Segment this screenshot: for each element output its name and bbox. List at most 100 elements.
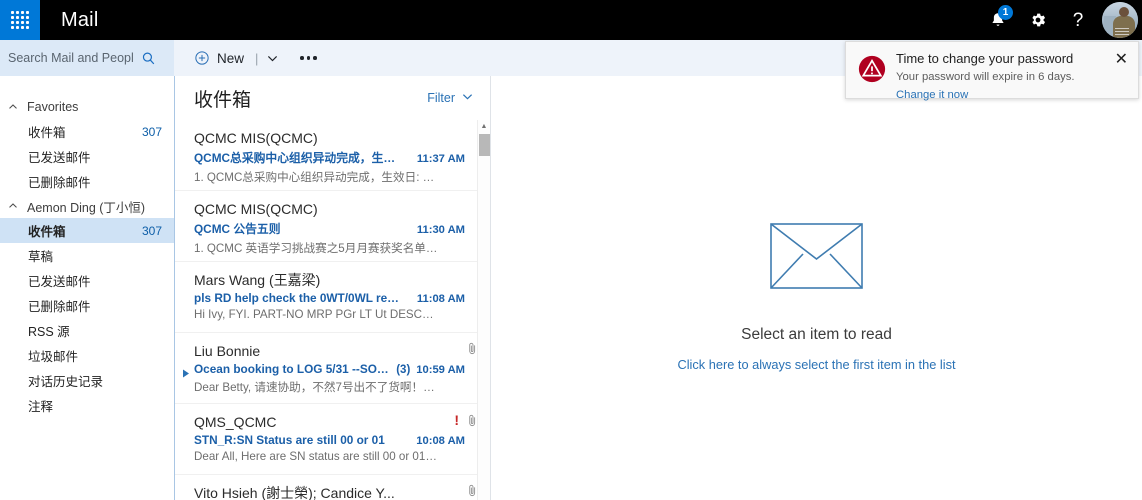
user-avatar-button[interactable] (1098, 0, 1142, 40)
sidebar-item-inbox[interactable]: 收件箱 307 (0, 218, 174, 243)
new-message-button[interactable]: New | (194, 40, 278, 76)
top-navigation-bar: Mail 1 ? (0, 0, 1142, 40)
question-mark-icon: ? (1072, 9, 1084, 31)
sidebar-item-label: 已发送邮件 (28, 275, 91, 289)
table-row[interactable]: QCMC MIS(QCMC) QCMC总采购中心组织异动完成，生效日: 2018… (175, 120, 490, 191)
message-sender: Liu Bonnie (194, 343, 261, 359)
plus-circle-icon (194, 50, 210, 66)
sidebar-item-label: 已删除邮件 (28, 300, 91, 314)
message-preview: Dear Betty, 请速协助，不然7号出不了货啊！谢谢！... (194, 381, 439, 394)
ellipsis-horizontal-icon (300, 56, 304, 60)
message-sender: QCMC MIS(QCMC) (194, 130, 318, 146)
sidebar-item-label: 对话历史记录 (28, 375, 104, 389)
chevron-down-icon[interactable] (267, 53, 278, 64)
sidebar-item-label: 垃圾邮件 (28, 350, 79, 364)
message-subject: QCMC总采购中心组织异动完成，生效日: 2018 (194, 151, 399, 165)
message-preview: 1. QCMC 英语学习挑战赛之5月月赛获奖名单 此公告... (194, 242, 439, 255)
message-subject: STN_R:SN Status are still 00 or 01 (194, 433, 385, 447)
new-separator: | (255, 50, 259, 66)
notification-title: Time to change your password (896, 51, 1074, 66)
message-sender: Mars Wang (王嘉梁) (194, 272, 321, 288)
high-importance-icon: ! (454, 412, 459, 428)
table-row[interactable]: Mars Wang (王嘉梁) pls RD help check the 0W… (175, 262, 490, 333)
sidebar-item-junk[interactable]: 垃圾邮件 (0, 343, 174, 368)
close-icon[interactable]: ✕ (1110, 51, 1128, 98)
sidebar-item-favorites-deleted[interactable]: 已删除邮件 (0, 169, 174, 194)
message-sender: QMS_QCMC (194, 414, 277, 430)
table-row[interactable]: QCMC MIS(QCMC) QCMC 公告五则 11:30 AM 1. QCM… (175, 191, 490, 262)
mail-application: Mail 1 ? Search Mail and People New | Fa… (0, 0, 1142, 500)
search-input[interactable] (0, 41, 140, 75)
message-list-pane: 收件箱 Filter QCMC MIS(QCMC) QCMC总采购中心组织异动完… (174, 76, 490, 500)
sidebar-group-favorites[interactable]: Favorites (0, 95, 174, 119)
message-time: 11:30 AM (416, 224, 465, 236)
sidebar-item-label: 注释 (28, 400, 54, 414)
scrollbar-thumb[interactable] (479, 134, 490, 156)
settings-button[interactable] (1018, 0, 1058, 40)
message-preview: Dear All, Here are SN status are still 0… (194, 450, 439, 463)
message-preview: Hi Ivy, FYI. PART-NO MRP PGr LT Ut DESCR… (194, 308, 439, 321)
message-list-scrollbar[interactable]: ▲ (477, 120, 490, 500)
avatar (1102, 2, 1138, 38)
notifications-badge: 1 (998, 5, 1013, 20)
message-subject: pls RD help check the 0WT/0WL release PR… (194, 291, 399, 305)
top-bar-actions: 1 ? (978, 0, 1142, 40)
message-time: 10:08 AM (416, 435, 465, 447)
sidebar-item-label: 收件箱 (28, 126, 66, 140)
sidebar-item-favorites-sent[interactable]: 已发送邮件 (0, 144, 174, 169)
alert-triangle-icon (858, 51, 888, 98)
message-time: 11:37 AM (416, 153, 465, 165)
sidebar-item-label: 草稿 (28, 250, 54, 264)
page-title: 收件箱 (194, 89, 252, 111)
more-commands-button[interactable] (300, 40, 317, 76)
sidebar-item-count: 307 (141, 223, 162, 238)
sidebar-item-drafts[interactable]: 草稿 (0, 243, 174, 268)
change-password-link[interactable]: Change it now (896, 89, 968, 101)
sidebar-item-label: 收件箱 (28, 225, 66, 239)
sidebar-item-notes[interactable]: 注释 (0, 393, 174, 418)
select-first-item-link[interactable]: Click here to always select the first it… (677, 357, 955, 372)
message-subject: Ocean booking to LOG 5/31 --SO:20263 (194, 362, 390, 376)
message-list-header: 收件箱 Filter (175, 76, 490, 120)
reading-pane: Select an item to read Click here to alw… (490, 76, 1142, 500)
app-launcher-grid-icon (11, 11, 29, 29)
message-preview: 1. QCMC总采购中心组织异动完成，生效日: 2018/6/5... (194, 171, 439, 184)
sidebar-item-label: RSS 源 (28, 325, 70, 339)
envelope-icon (770, 223, 863, 289)
scroll-up-arrow-icon[interactable]: ▲ (478, 120, 490, 133)
message-count: (3) (396, 364, 411, 376)
notifications-button[interactable]: 1 (978, 0, 1018, 40)
table-row[interactable]: ! QMS_QCMC STN_R:SN Status are still 00 … (175, 404, 490, 475)
sidebar-item-label: 已删除邮件 (28, 176, 91, 190)
sidebar-item-rss[interactable]: RSS 源 (0, 318, 174, 343)
sidebar-item-deleted[interactable]: 已删除邮件 (0, 293, 174, 318)
sidebar-group-label: Aemon Ding (丁小恒) (27, 200, 146, 215)
table-row[interactable]: Liu Bonnie Ocean booking to LOG 5/31 --S… (175, 333, 490, 404)
message-time: 11:08 AM (416, 293, 465, 305)
sidebar-item-count: 307 (141, 124, 162, 139)
reading-pane-title: Select an item to read (741, 326, 892, 343)
sidebar-group-account[interactable]: Aemon Ding (丁小恒) (0, 194, 174, 218)
message-subject: QCMC 公告五则 (194, 222, 281, 236)
app-title: Mail (61, 8, 99, 31)
message-time: 10:59 AM (416, 364, 465, 376)
message-list-scroll-area: QCMC MIS(QCMC) QCMC总采购中心组织异动完成，生效日: 2018… (175, 120, 490, 500)
search-icon[interactable] (140, 50, 157, 67)
sidebar-group-label: Favorites (27, 100, 79, 114)
filter-button[interactable]: Filter (427, 91, 473, 105)
app-launcher-button[interactable] (0, 0, 40, 40)
chevron-up-icon (8, 201, 18, 211)
sidebar-item-label: 已发送邮件 (28, 151, 91, 165)
search-box[interactable] (0, 40, 174, 76)
help-button[interactable]: ? (1058, 0, 1098, 40)
sidebar-item-sent[interactable]: 已发送邮件 (0, 268, 174, 293)
password-expiry-notification: Time to change your password Your passwo… (845, 41, 1139, 101)
sidebar-item-conversation-history[interactable]: 对话历史记录 (0, 368, 174, 393)
folder-sidebar: Favorites 收件箱 307 已发送邮件 已删除邮件 Aemon Ding… (0, 76, 174, 500)
message-sender: QCMC MIS(QCMC) (194, 201, 318, 217)
conversation-expand-icon[interactable] (182, 365, 190, 378)
sidebar-item-favorites-inbox[interactable]: 收件箱 307 (0, 119, 174, 144)
chevron-down-icon (462, 91, 473, 105)
message-row-icons: ! (454, 413, 478, 427)
table-row[interactable]: Vito Hsieh (謝士榮); Candice Y... ZGQ FAI i… (175, 475, 490, 500)
